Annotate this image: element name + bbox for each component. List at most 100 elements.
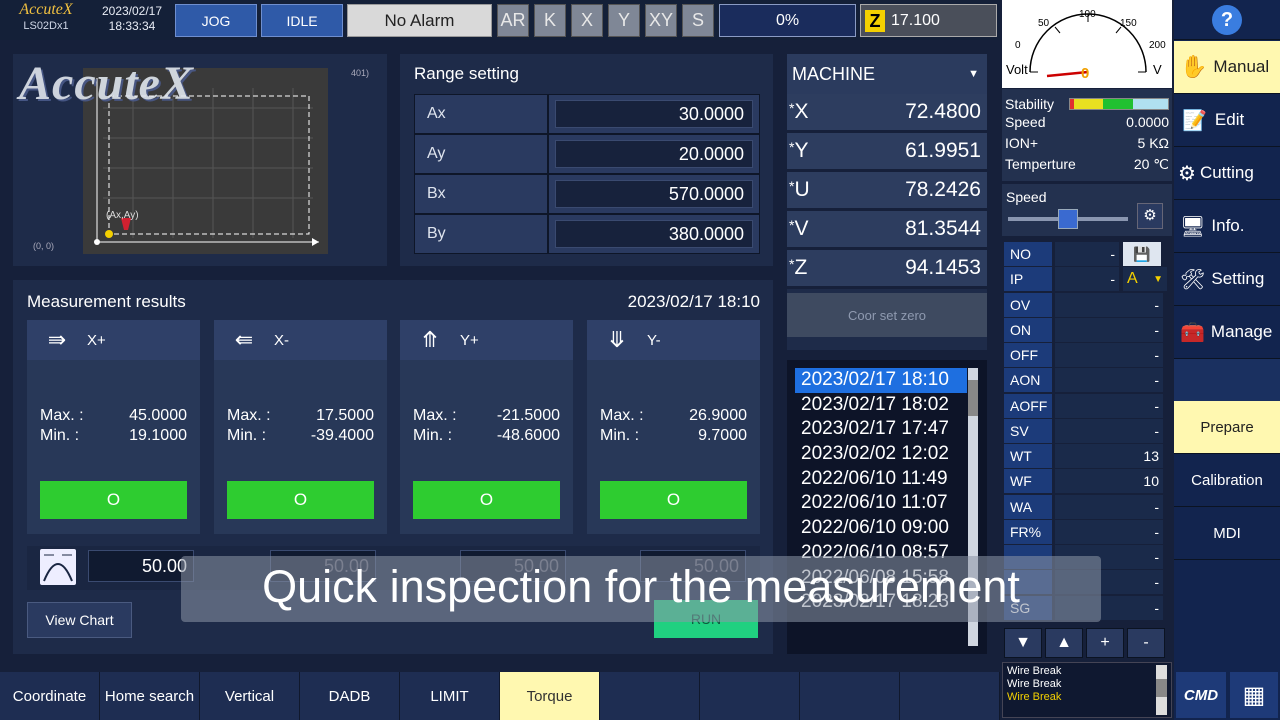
axis-button-xy[interactable]: XY xyxy=(645,4,677,37)
min-value: 9.7000 xyxy=(698,427,747,444)
range-input-ax[interactable]: 30.0000 xyxy=(555,100,753,128)
view-chart-button[interactable]: View Chart xyxy=(27,602,132,638)
param-value[interactable]: - xyxy=(1055,368,1163,393)
param-value[interactable]: - xyxy=(1055,242,1119,266)
message-item: Wire Break xyxy=(1007,665,1062,677)
tab-torque[interactable]: Torque xyxy=(500,672,600,720)
axis-value: 61.9951 xyxy=(905,139,981,162)
range-label: Bx xyxy=(415,175,549,213)
param-value[interactable]: - xyxy=(1055,292,1163,317)
history-item[interactable]: 2022/06/10 09:00 xyxy=(795,516,967,541)
speed-settings-gear-icon[interactable]: ⚙ xyxy=(1137,203,1163,229)
param-value[interactable]: - xyxy=(1055,418,1163,443)
chevron-down-icon: ▼ xyxy=(968,68,979,80)
param-key: WA xyxy=(1004,494,1052,519)
brand-name: AccuteX xyxy=(19,1,73,18)
sidebar-item-edit[interactable]: 📝 Edit xyxy=(1174,94,1280,147)
measurement-card: ⇚ X- Max. : 17.5000 Min. : -39.4000 O xyxy=(214,320,387,534)
message-scrollbar[interactable] xyxy=(1156,665,1167,715)
jog-button[interactable]: JOG xyxy=(175,4,257,37)
history-item[interactable]: 2023/02/02 12:02 xyxy=(795,442,967,467)
param-key: SV xyxy=(1004,418,1052,443)
stability-label: Stability xyxy=(1005,95,1055,112)
param-value[interactable]: - xyxy=(1055,317,1163,342)
history-item[interactable]: 2023/02/17 18:10 xyxy=(795,368,967,393)
param-value[interactable]: - xyxy=(1055,393,1163,418)
tab-vertical[interactable]: Vertical xyxy=(200,672,300,720)
save-icon[interactable]: 💾 xyxy=(1123,242,1161,266)
sidebar-item-manage[interactable]: 🧰 Manage xyxy=(1174,306,1280,359)
edit-document-icon: 📝 xyxy=(1182,109,1207,132)
history-item[interactable]: 2022/06/10 11:49 xyxy=(795,467,967,492)
param-value[interactable]: - xyxy=(1055,267,1119,292)
param-row: OFF - xyxy=(1004,343,1170,367)
sidebar-item-label: Cutting xyxy=(1199,163,1254,182)
tab-coordinate[interactable]: Coordinate xyxy=(0,672,100,720)
plus-button[interactable]: + xyxy=(1086,628,1124,658)
axis-button-k[interactable]: K xyxy=(534,4,566,37)
tab-dadb[interactable]: DADB xyxy=(300,672,400,720)
result-ok-button[interactable]: O xyxy=(227,481,374,519)
param-value[interactable]: 10 xyxy=(1055,469,1163,494)
ip-select[interactable]: A ▼ xyxy=(1123,267,1167,292)
sidebar-item-info[interactable]: 🖥 Info. xyxy=(1174,200,1280,253)
help-button[interactable]: ? xyxy=(1174,0,1280,40)
range-input-ay[interactable]: 20.0000 xyxy=(555,140,753,168)
axis-button-y[interactable]: Y xyxy=(608,4,640,37)
card-direction: Y+ xyxy=(460,331,479,349)
tab-limit[interactable]: LIMIT xyxy=(400,672,500,720)
param-key: AON xyxy=(1004,368,1052,393)
machine-coord-select[interactable]: MACHINE ▼ xyxy=(787,54,987,94)
tab-empty[interactable] xyxy=(800,672,900,720)
sidebar-item-label: Edit xyxy=(1214,110,1245,129)
axis-button-s[interactable]: S xyxy=(682,4,714,37)
tab-empty[interactable] xyxy=(700,672,800,720)
sidebar-item-calibration[interactable]: Calibration xyxy=(1174,454,1280,507)
history-item[interactable]: 2022/06/10 11:07 xyxy=(795,491,967,516)
param-row: FR% - xyxy=(1004,519,1170,544)
param-value[interactable]: - xyxy=(1055,343,1163,367)
z-height-display[interactable]: Z 17.100 xyxy=(860,4,997,37)
sidebar-item-cutting[interactable]: ⚙ Cutting xyxy=(1174,147,1280,200)
range-table: Ax 30.0000 Ay 20.0000 Bx 570.0000 By 380.000… xyxy=(414,94,760,254)
sidebar-item-setting[interactable]: 🛠 Setting xyxy=(1174,253,1280,306)
result-ok-button[interactable]: O xyxy=(600,481,747,519)
card-values: Max. : 26.9000 Min. : 9.7000 xyxy=(587,360,760,446)
axis-button-x[interactable]: X xyxy=(571,4,603,37)
sidebar-item-mdi[interactable]: MDI xyxy=(1174,507,1280,560)
idle-button[interactable]: IDLE xyxy=(261,4,343,37)
tab-empty[interactable] xyxy=(600,672,700,720)
card-direction: Y- xyxy=(647,331,661,349)
axis-button-ar[interactable]: AR xyxy=(497,4,529,37)
history-item[interactable]: 2023/02/17 18:02 xyxy=(795,393,967,418)
result-ok-button[interactable]: O xyxy=(40,481,187,519)
range-input-bx[interactable]: 570.0000 xyxy=(555,180,753,208)
apps-grid-icon[interactable]: ▦ xyxy=(1230,672,1278,718)
minus-button[interactable]: - xyxy=(1127,628,1165,658)
arrow-down-button[interactable]: ▼ xyxy=(1004,628,1042,658)
result-ok-button[interactable]: O xyxy=(413,481,560,519)
tab-home-search[interactable]: Home search xyxy=(100,672,200,720)
z-value: 17.100 xyxy=(891,11,940,29)
arrow-down-icon: ⤋ xyxy=(607,327,627,352)
arrow-up-button[interactable]: ▲ xyxy=(1045,628,1083,658)
tab-empty[interactable] xyxy=(900,672,1000,720)
param-value[interactable]: - xyxy=(1055,494,1163,519)
meter-tick-50: 50 xyxy=(1038,18,1050,29)
card-direction: X+ xyxy=(87,331,106,349)
speed-slider-thumb[interactable] xyxy=(1058,209,1078,229)
param-value[interactable]: 13 xyxy=(1055,444,1163,468)
range-input-by[interactable]: 380.0000 xyxy=(555,220,753,248)
param-key: IP xyxy=(1004,267,1052,292)
card-header: ⇚ X- xyxy=(214,320,387,360)
param-row: AON - xyxy=(1004,368,1170,393)
threshold-input[interactable]: 50.00 xyxy=(88,550,194,582)
history-item[interactable]: 2023/02/17 17:47 xyxy=(795,417,967,442)
param-value[interactable]: - xyxy=(1055,519,1163,544)
sidebar-item-prepare[interactable]: Prepare xyxy=(1174,401,1280,454)
cmd-button[interactable]: CMD xyxy=(1176,672,1226,718)
sidebar-item-manual[interactable]: ✋ Manual xyxy=(1174,41,1280,94)
coor-set-zero-button[interactable]: Coor set zero xyxy=(787,293,987,337)
machine-panel: MACHINE ▼ *X 72.4800 *Y 61.9951 *U 78.2426 *… xyxy=(787,54,987,350)
alarm-status[interactable]: No Alarm xyxy=(347,4,492,37)
